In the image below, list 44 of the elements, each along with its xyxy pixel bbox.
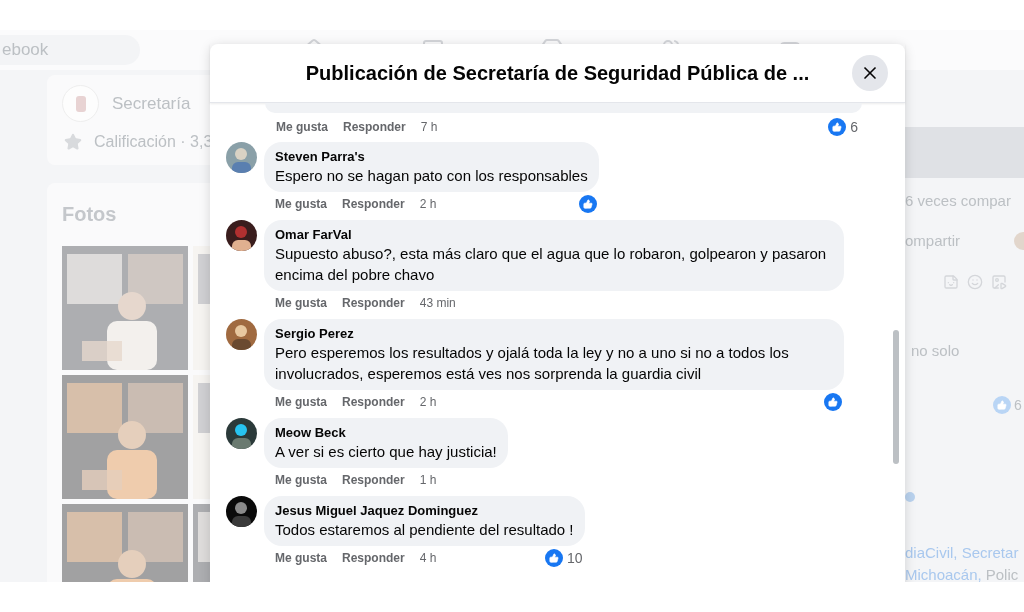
close-button[interactable] (852, 55, 888, 91)
emoji-icon[interactable] (967, 274, 983, 290)
commenter-name[interactable]: Jesus Miguel Jaquez Dominguez (275, 502, 574, 519)
like-reaction-icon (828, 118, 847, 136)
star-icon (64, 133, 82, 151)
commenter-name[interactable]: Steven Parra's (275, 148, 588, 165)
dialog-title: Publicación de Secretaría de Seguridad Pública de ... (305, 61, 810, 86)
comment-time[interactable]: 1 h (419, 471, 437, 489)
gif-icon[interactable] (991, 274, 1007, 290)
like-reaction-icon (578, 195, 597, 213)
comment-time[interactable]: 2 h (419, 393, 437, 411)
reaction-count: 6 (850, 117, 858, 137)
sticker-icon[interactable] (943, 274, 959, 290)
commenter-name[interactable]: Omar FarVal (275, 226, 833, 243)
like-link[interactable]: Me gusta (276, 118, 328, 136)
like-reaction-icon (544, 549, 563, 567)
like-reaction-icon (993, 396, 1011, 414)
comment-text: A ver si es cierto que hay justicia! (275, 442, 497, 462)
post-text: no solo (910, 341, 961, 361)
comment-time[interactable]: 43 min (419, 294, 456, 312)
like-link[interactable]: Me gusta (275, 549, 327, 567)
comment-text: Todos estaremos al pendiente del resultado ! (275, 520, 574, 540)
scrollbar[interactable] (893, 330, 899, 464)
comment-time[interactable]: 7 h (420, 118, 438, 136)
comment-text: Espero no se hagan pato con los responsables (275, 166, 588, 186)
commenter-name[interactable]: Meow Beck (275, 424, 497, 441)
page-logo (62, 85, 99, 122)
like-reaction-icon (824, 393, 842, 411)
reply-link[interactable]: Responder (342, 471, 405, 489)
reply-link[interactable]: Responder (342, 294, 405, 312)
reply-link[interactable]: Responder (343, 118, 406, 136)
comment-text: Pero esperemos los resultados y ojalá toda la ley y no a uno si no a todos los involucrados, esperemos está ves nos sorprenda la guardia civil (275, 343, 790, 384)
comment-time[interactable]: 4 h (419, 549, 437, 567)
verified-icon (905, 491, 915, 502)
commenter-name[interactable]: Sergio Perez (275, 325, 833, 342)
reply-link[interactable]: Responder (342, 393, 405, 411)
tag-text: Polic (985, 565, 1019, 582)
comment-time[interactable]: 2 h (419, 195, 437, 213)
reaction-count: 10 (566, 548, 583, 568)
reaction-count: 6 (1014, 395, 1022, 415)
like-link[interactable]: Me gusta (275, 195, 327, 213)
reply-link[interactable]: Responder (342, 195, 405, 213)
reply-link[interactable]: Responder (342, 549, 405, 567)
comment-text: Supuesto abuso?, esta más claro que el agua que lo robaron, golpearon y pasaron encima del pobre chavo (275, 244, 828, 285)
